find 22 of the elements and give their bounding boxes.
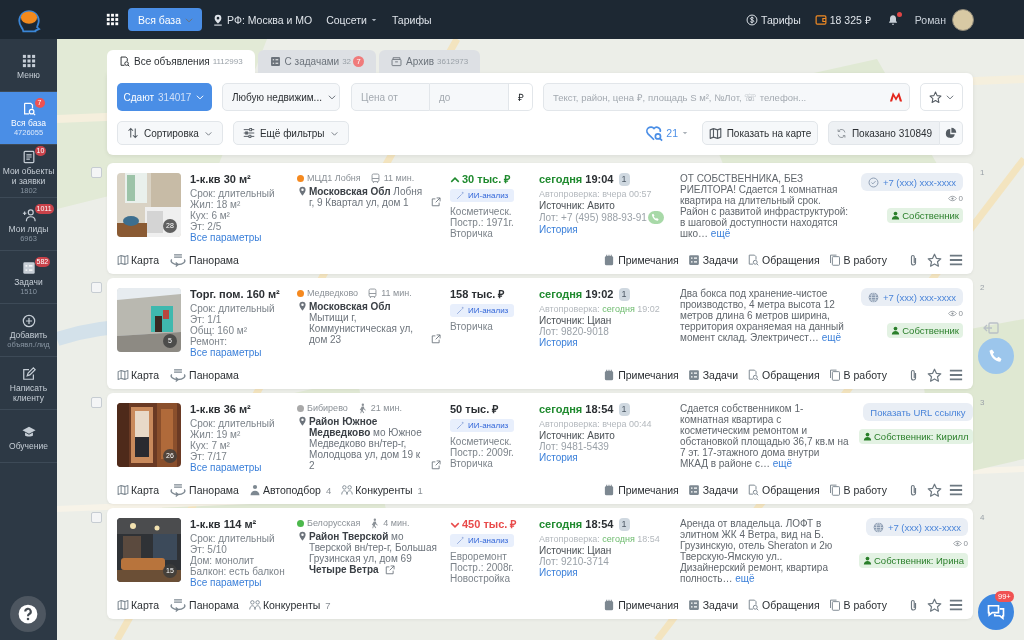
help-button[interactable] — [10, 596, 46, 632]
person-add-icon — [21, 208, 36, 222]
tariffs-link[interactable]: Тарифы — [746, 13, 801, 26]
balance-link[interactable]: 18 325 ₽ — [814, 12, 871, 27]
plus-circle-icon — [21, 314, 36, 328]
avatar-icon[interactable] — [952, 8, 974, 31]
edit-icon — [21, 367, 36, 381]
document-icon — [21, 150, 36, 164]
bell-icon[interactable] — [886, 13, 899, 26]
checklist-icon — [21, 261, 36, 275]
help-icon — [18, 604, 38, 624]
region-selector[interactable]: РФ: Москва и МО — [212, 13, 313, 26]
graduation-cap-icon — [21, 425, 36, 439]
document-search-icon — [21, 102, 36, 116]
tariffs-link[interactable]: Тарифы — [391, 13, 432, 26]
wallet-icon — [814, 13, 827, 26]
apps-grid-icon[interactable] — [106, 13, 119, 26]
dollar-circle-icon — [746, 13, 758, 26]
grid-icon — [21, 54, 36, 68]
pin-icon — [212, 13, 224, 26]
social-menu[interactable]: Соцсети — [326, 13, 378, 26]
user-name[interactable]: Роман — [914, 13, 946, 26]
